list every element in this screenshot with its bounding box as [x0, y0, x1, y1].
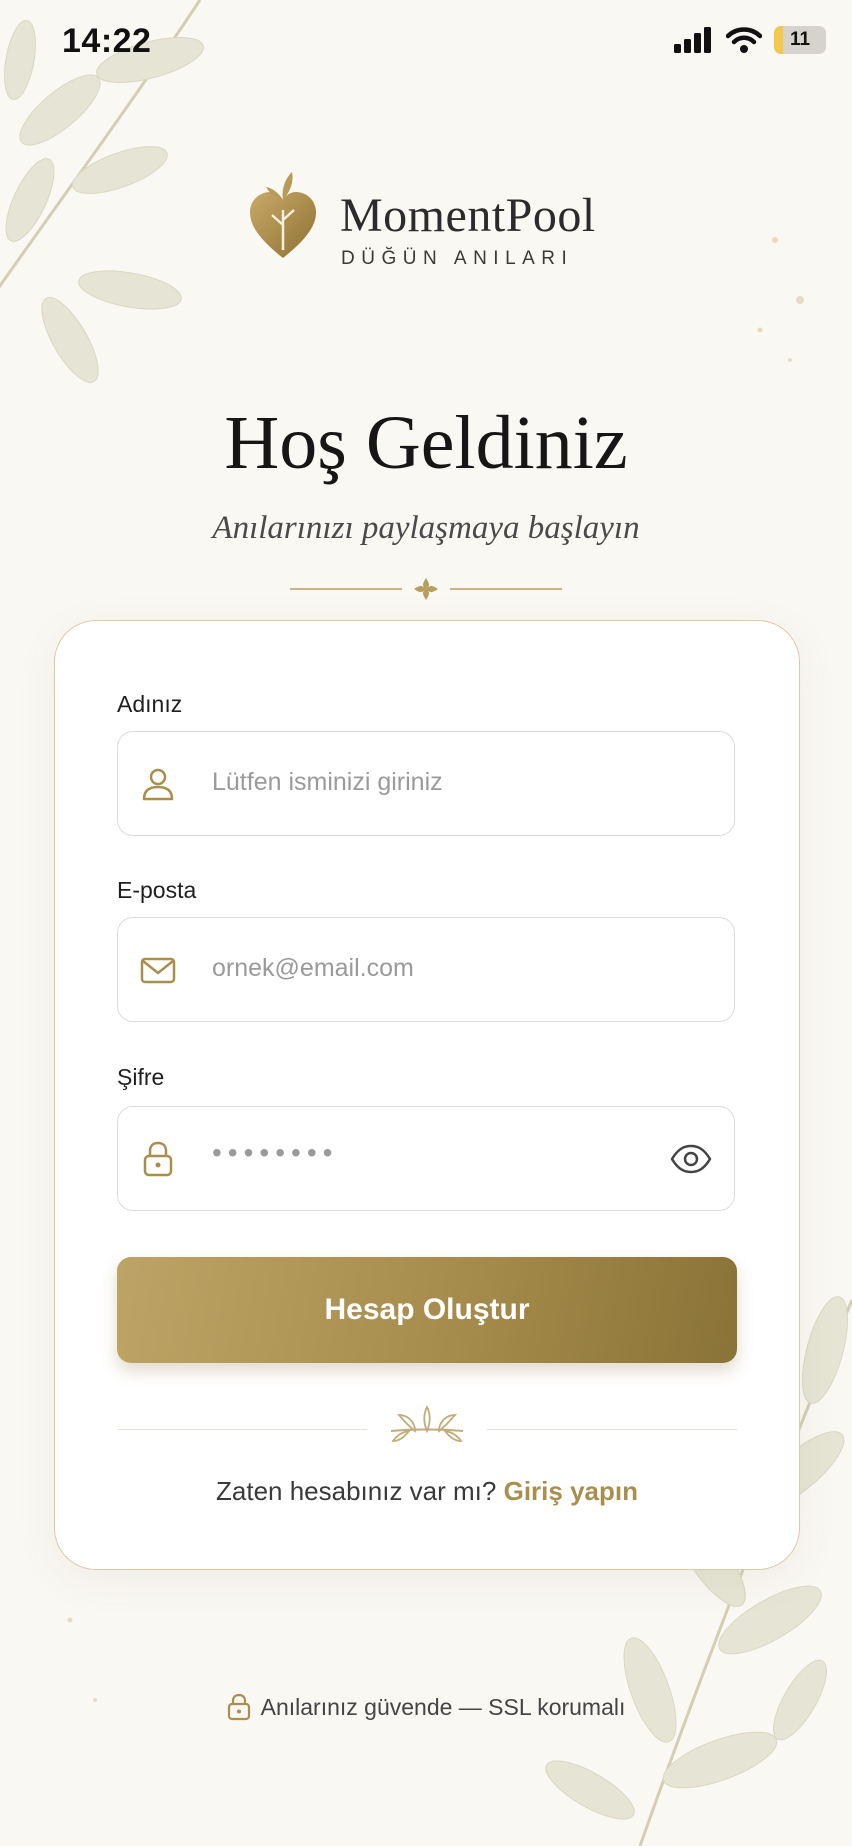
signal-icon	[674, 27, 711, 53]
password-label: Şifre	[117, 1064, 165, 1090]
separator-right	[487, 1429, 737, 1430]
security-note-text: Anılarınız güvende — SSL korumalı	[260, 1694, 626, 1720]
mail-icon	[140, 957, 176, 984]
brand-logo: MomentPool DÜĞÜN ANILARI	[248, 170, 608, 270]
email-field[interactable]: ornek@email.com	[117, 917, 735, 1022]
leaf-ornament-icon	[390, 1404, 464, 1442]
create-account-button[interactable]: Hesap Oluştur	[117, 1257, 737, 1363]
status-time: 14:22	[62, 22, 152, 60]
login-prompt: Zaten hesabınız var mı? Giriş yapın	[55, 1476, 799, 1507]
email-label: E-posta	[117, 877, 197, 903]
status-bar: 14:22 11	[0, 0, 852, 90]
password-value: ••••••••	[212, 1137, 339, 1168]
login-link[interactable]: Giriş yapın	[504, 1476, 638, 1506]
email-placeholder: ornek@email.com	[212, 954, 414, 982]
ornament-divider	[290, 578, 562, 600]
separator-left	[117, 1429, 367, 1430]
battery-level: 11	[789, 29, 811, 50]
lock-icon	[227, 1693, 250, 1721]
wifi-icon	[726, 27, 762, 53]
eye-icon[interactable]	[670, 1141, 712, 1177]
status-icons: 11	[674, 26, 826, 54]
login-prompt-text: Zaten hesabınız var mı?	[216, 1476, 497, 1506]
name-placeholder: Lütfen isminizi giriniz	[212, 768, 443, 796]
lock-icon	[143, 1141, 173, 1177]
brand-name: MomentPool	[340, 189, 596, 242]
brand-tagline: DÜĞÜN ANILARI	[341, 248, 574, 269]
battery-icon: 11	[774, 26, 826, 54]
name-field[interactable]: Lütfen isminizi giriniz	[117, 731, 735, 836]
name-label: Adınız	[117, 691, 183, 717]
heart-tree-icon	[250, 172, 316, 258]
password-field[interactable]: ••••••••	[117, 1106, 735, 1211]
security-note: Anılarınız güvende — SSL korumalı	[0, 1693, 852, 1721]
page-subtitle: Anılarınızı paylaşmaya başlayın	[212, 510, 640, 546]
page-title: Hoş Geldiniz	[224, 401, 628, 485]
signup-card: Adınız Lütfen isminizi giriniz E-posta o…	[54, 620, 800, 1570]
user-icon	[142, 768, 174, 801]
